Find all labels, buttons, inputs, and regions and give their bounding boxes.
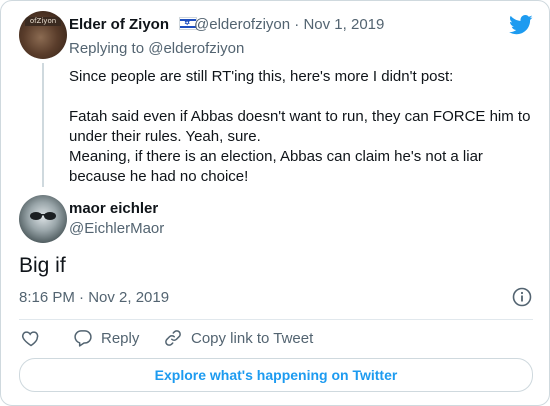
maor-eichler-avatar[interactable] — [19, 195, 67, 243]
heart-icon — [22, 331, 39, 347]
original-author-meta: @elderofziyon · Nov 1, 2019 — [194, 16, 384, 33]
original-author-name[interactable]: Elder of Ziyon ✡ — [69, 16, 203, 33]
original-tweet-text: Since people are still RT'ing this, here… — [69, 68, 531, 185]
original-author-handle[interactable]: @elderofziyon — [194, 16, 290, 33]
original-tweet-date[interactable]: Nov 1, 2019 — [303, 16, 384, 33]
reply-author-handle[interactable]: @EichlerMaor — [69, 220, 164, 237]
reply-author-display-name[interactable]: maor eichler — [69, 200, 158, 217]
original-author-display-name[interactable]: Elder of Ziyon — [69, 16, 169, 33]
reply-label: Reply — [101, 329, 140, 347]
copy-link-button[interactable]: Copy link to Tweet — [163, 327, 313, 349]
reply-button[interactable]: Reply — [73, 327, 139, 349]
copy-link-label: Copy link to Tweet — [191, 329, 314, 347]
info-icon[interactable] — [512, 287, 532, 307]
elder-of-ziyon-avatar[interactable]: ofZiyon — [19, 11, 67, 59]
thread-connector-line — [42, 63, 44, 187]
tweet-embed-card: ofZiyon Elder of Ziyon ✡ @elderofziyon ·… — [0, 0, 550, 406]
twitter-bird-icon[interactable] — [509, 15, 533, 35]
meta-separator: · — [294, 16, 300, 33]
actions-divider — [19, 319, 533, 320]
replying-to-text[interactable]: Replying to @elderofziyon — [69, 40, 244, 57]
link-icon — [165, 330, 181, 346]
reply-tweet-text: Big if — [19, 254, 66, 277]
reply-icon — [74, 330, 92, 347]
avatar-logo-text: ofZiyon — [25, 17, 61, 26]
reply-timestamp[interactable]: 8:16 PM · Nov 2, 2019 — [19, 289, 169, 306]
explore-twitter-button[interactable]: Explore what's happening on Twitter — [19, 358, 533, 392]
sunglasses-graphic — [30, 212, 56, 220]
like-button[interactable] — [21, 327, 49, 349]
